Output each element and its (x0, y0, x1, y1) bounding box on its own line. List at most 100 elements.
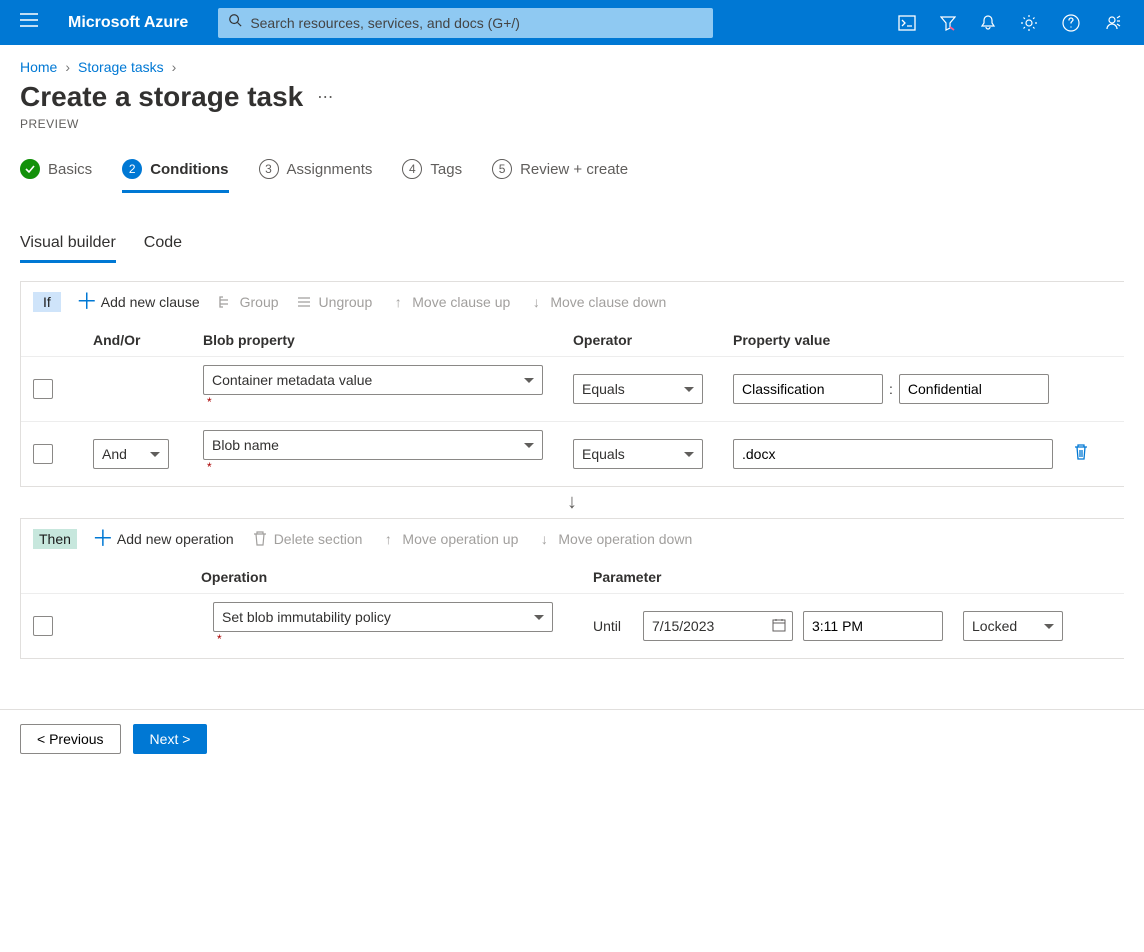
delete-section-label: Delete section (274, 531, 363, 547)
if-tag: If (33, 292, 61, 312)
then-panel: Then ＋ Add new operation Delete section … (20, 518, 1124, 659)
move-operation-down-button[interactable]: ↓ Move operation down (536, 531, 692, 547)
row-checkbox[interactable] (33, 379, 53, 399)
settings-gear-icon[interactable] (1008, 0, 1050, 45)
top-icon-bar (886, 0, 1134, 45)
chevron-right-icon: › (172, 59, 177, 75)
header-andor: And/Or (93, 332, 203, 348)
ungroup-button[interactable]: Ungroup (297, 294, 373, 310)
search-input[interactable] (250, 15, 703, 31)
ungroup-icon (297, 294, 313, 310)
header-operation: Operation (33, 569, 213, 585)
ungroup-label: Ungroup (319, 294, 373, 310)
brand-label[interactable]: Microsoft Azure (48, 14, 218, 32)
step-basics[interactable]: Basics (20, 159, 92, 193)
notifications-icon[interactable] (968, 0, 1008, 45)
step-number: 5 (492, 159, 512, 179)
operations-header: Operation Parameter (21, 559, 1124, 593)
operator-select[interactable]: Equals (573, 374, 703, 404)
step-number: 4 (402, 159, 422, 179)
arrow-down-icon: ↓ (536, 531, 552, 547)
wizard-footer: < Previous Next > (0, 709, 1144, 778)
then-tag: Then (33, 529, 77, 549)
arrow-up-icon: ↑ (380, 531, 396, 547)
conditions-header: And/Or Blob property Operator Property v… (21, 322, 1124, 356)
kv-separator: : (889, 381, 893, 397)
header-operator: Operator (573, 332, 733, 348)
operation-row: Set blob immutability policy* Until 7/15… (21, 593, 1124, 658)
next-button[interactable]: Next > (133, 724, 208, 754)
blob-property-select[interactable]: Container metadata value (203, 365, 543, 395)
delete-row-button[interactable] (1073, 448, 1089, 465)
move-down-label: Move clause down (550, 294, 666, 310)
date-input[interactable]: 7/15/2023 (643, 611, 793, 641)
group-label: Group (240, 294, 279, 310)
header-parameter: Parameter (593, 569, 963, 585)
add-clause-label: Add new clause (101, 294, 200, 310)
row-checkbox[interactable] (33, 444, 53, 464)
operator-select[interactable]: Equals (573, 439, 703, 469)
value-val-input[interactable] (899, 374, 1049, 404)
page-title: Create a storage task (20, 81, 303, 113)
step-assignments[interactable]: 3 Assignments (259, 159, 373, 193)
breadcrumb: Home › Storage tasks › (0, 45, 1144, 79)
then-toolbar: Then ＋ Add new operation Delete section … (21, 519, 1124, 559)
cloud-shell-icon[interactable] (886, 0, 928, 45)
filter-icon[interactable] (928, 0, 968, 45)
chevron-right-icon: › (65, 59, 70, 75)
header-value: Property value (733, 332, 1073, 348)
wizard-steps: Basics 2 Conditions 3 Assignments 4 Tags… (0, 149, 1144, 194)
move-operation-up-button[interactable]: ↑ Move operation up (380, 531, 518, 547)
row-checkbox[interactable] (33, 616, 53, 636)
hamburger-menu[interactable] (10, 13, 48, 32)
if-panel: If ＋ Add new clause Group Ungroup ↑ Move… (20, 281, 1124, 487)
add-operation-button[interactable]: ＋ Add new operation (95, 531, 234, 547)
value-key-input[interactable] (733, 374, 883, 404)
builder-subtabs: Visual builder Code (0, 194, 1144, 263)
operation-select[interactable]: Set blob immutability policy (213, 602, 553, 632)
lock-state-select[interactable]: Locked (963, 611, 1063, 641)
if-toolbar: If ＋ Add new clause Group Ungroup ↑ Move… (21, 282, 1124, 322)
calendar-icon (772, 618, 786, 635)
search-icon (228, 13, 242, 32)
tab-code[interactable]: Code (144, 234, 182, 263)
feedback-icon[interactable] (1092, 0, 1134, 45)
step-label: Review + create (520, 161, 628, 178)
header-property: Blob property (203, 332, 573, 348)
flow-connector: ↓ (0, 487, 1144, 518)
step-conditions[interactable]: 2 Conditions (122, 159, 228, 193)
step-number: 3 (259, 159, 279, 179)
plus-icon: ＋ (95, 531, 111, 547)
move-up-label: Move clause up (412, 294, 510, 310)
breadcrumb-home[interactable]: Home (20, 59, 57, 75)
group-button[interactable]: Group (218, 294, 279, 310)
arrow-down-icon: ↓ (528, 294, 544, 310)
move-op-down-label: Move operation down (558, 531, 692, 547)
condition-row: And Blob name* Equals (21, 421, 1124, 486)
until-label: Until (593, 618, 643, 634)
move-clause-up-button[interactable]: ↑ Move clause up (390, 294, 510, 310)
condition-row: Container metadata value* Equals : (21, 356, 1124, 421)
azure-topbar: Microsoft Azure (0, 0, 1144, 45)
blob-property-select[interactable]: Blob name (203, 430, 543, 460)
step-review[interactable]: 5 Review + create (492, 159, 628, 193)
page-subtitle: PREVIEW (0, 117, 1144, 149)
step-label: Tags (430, 161, 462, 178)
step-number: 2 (122, 159, 142, 179)
time-input[interactable] (803, 611, 943, 641)
step-tags[interactable]: 4 Tags (402, 159, 462, 193)
breadcrumb-storage-tasks[interactable]: Storage tasks (78, 59, 164, 75)
andor-select[interactable]: And (93, 439, 169, 469)
add-operation-label: Add new operation (117, 531, 234, 547)
delete-section-button[interactable]: Delete section (252, 531, 363, 547)
check-icon (20, 159, 40, 179)
page-more-button[interactable]: ⋯ (317, 87, 333, 107)
previous-button[interactable]: < Previous (20, 724, 121, 754)
tab-visual-builder[interactable]: Visual builder (20, 234, 116, 263)
value-input[interactable] (733, 439, 1053, 469)
add-clause-button[interactable]: ＋ Add new clause (79, 294, 200, 310)
global-search[interactable] (218, 8, 713, 38)
step-label: Assignments (287, 161, 373, 178)
move-clause-down-button[interactable]: ↓ Move clause down (528, 294, 666, 310)
help-icon[interactable] (1050, 0, 1092, 45)
